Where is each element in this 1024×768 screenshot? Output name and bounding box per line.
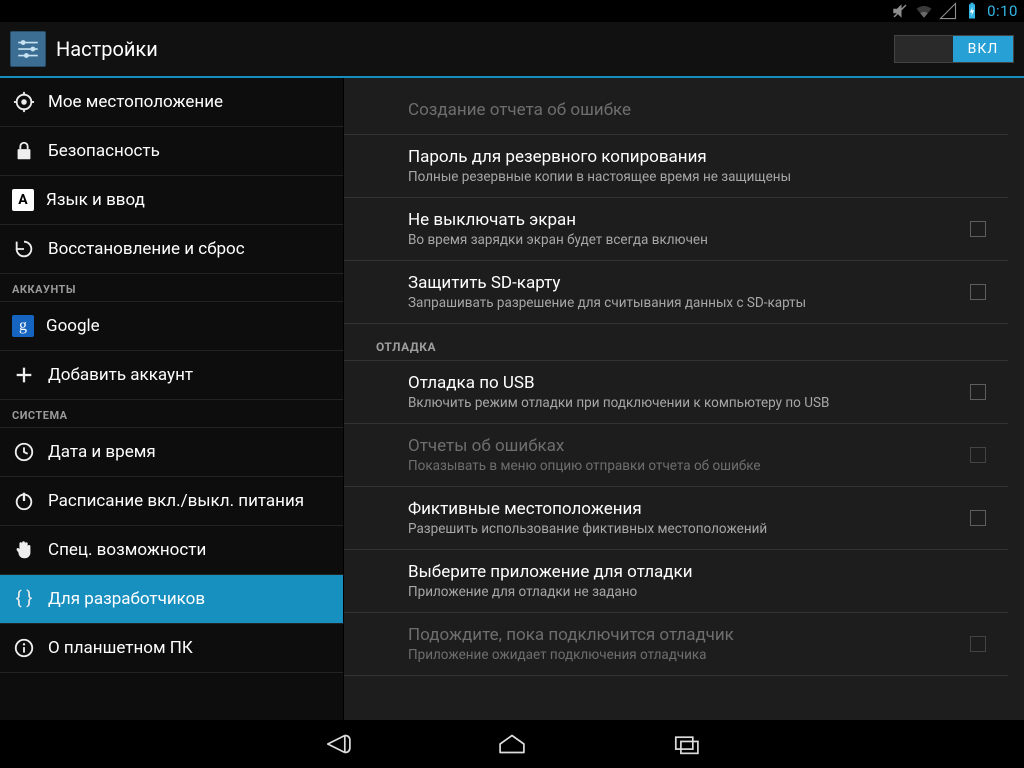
row-subtitle: Разрешить использование фиктивных местоп… [408, 521, 992, 537]
checkbox[interactable] [970, 636, 986, 652]
row-wait-debugger[interactable]: Подождите, пока подключится отладчик При… [344, 613, 1008, 676]
row-subtitle: Приложение ожидает подключения отладчика [408, 647, 992, 663]
checkbox[interactable] [970, 384, 986, 400]
sidebar-item-label: Мое местоположение [48, 92, 223, 112]
sidebar-item-accessibility[interactable]: Спец. возможности [0, 526, 343, 575]
navigation-bar [0, 720, 1024, 768]
status-clock: 0:10 [987, 2, 1018, 20]
toggle-on-label: ВКЛ [953, 36, 1013, 62]
row-subtitle: Полные резервные копии в настоящее время… [408, 169, 992, 185]
sidebar-item-label: Восстановление и сброс [48, 239, 245, 259]
row-subtitle: Показывать в меню опцию отправки отчета … [408, 458, 992, 474]
row-title: Отладка по USB [408, 373, 992, 393]
lock-icon [12, 139, 36, 163]
power-icon [12, 489, 36, 513]
sidebar-item-label: Дата и время [48, 442, 156, 462]
checkbox[interactable] [970, 447, 986, 463]
row-protect-sd[interactable]: Защитить SD-карту Запрашивать разрешение… [344, 261, 1008, 324]
sidebar-section-accounts: АККАУНТЫ [0, 274, 343, 302]
sidebar-item-add-account[interactable]: Добавить аккаунт [0, 351, 343, 400]
sidebar-item-label: Язык и ввод [46, 190, 145, 210]
sidebar-item-location[interactable]: Мое местоположение [0, 78, 343, 127]
cell-signal-icon [939, 2, 957, 20]
settings-content: Создание отчета об ошибке Пароль для рез… [344, 78, 1024, 720]
row-subtitle: Включить режим отладки при подключении к… [408, 395, 992, 411]
sidebar-item-label: Спец. возможности [48, 540, 206, 560]
row-bug-report[interactable]: Создание отчета об ошибке [344, 88, 1008, 135]
sidebar-item-label: Добавить аккаунт [48, 365, 193, 385]
info-icon [12, 636, 36, 660]
home-button[interactable] [490, 728, 534, 760]
mute-icon [891, 2, 909, 20]
sidebar-item-label: О планшетном ПК [48, 638, 193, 658]
row-stay-awake[interactable]: Не выключать экран Во время зарядки экра… [344, 198, 1008, 261]
row-subtitle: Приложение для отладки не задано [408, 584, 992, 600]
row-subtitle: Во время зарядки экран будет всегда вклю… [408, 232, 992, 248]
checkbox[interactable] [970, 510, 986, 526]
sidebar-item-backup-reset[interactable]: Восстановление и сброс [0, 225, 343, 274]
row-usb-debug[interactable]: Отладка по USB Включить режим отладки пр… [344, 361, 1008, 424]
hand-icon [12, 538, 36, 562]
row-title: Создание отчета об ошибке [408, 100, 992, 120]
page-title: Настройки [56, 37, 158, 61]
row-title: Пароль для резервного копирования [408, 147, 992, 167]
row-bug-report-menu[interactable]: Отчеты об ошибках Показывать в меню опци… [344, 424, 1008, 487]
section-debug-header: ОТЛАДКА [344, 328, 1008, 361]
sidebar-item-developer[interactable]: { } Для разработчиков [0, 575, 343, 624]
back-button[interactable] [316, 728, 360, 760]
status-bar: 0:10 [0, 0, 1024, 22]
row-mock-locations[interactable]: Фиктивные местоположения Разрешить испол… [344, 487, 1008, 550]
row-subtitle: Запрашивать разрешение для считывания да… [408, 295, 992, 311]
google-icon: g [12, 315, 34, 337]
sidebar-item-about[interactable]: О планшетном ПК [0, 624, 343, 673]
row-title: Подождите, пока подключится отладчик [408, 625, 992, 645]
checkbox[interactable] [970, 284, 986, 300]
sidebar-item-language[interactable]: A Язык и ввод [0, 176, 343, 225]
action-bar: Настройки ВКЛ [0, 22, 1024, 78]
sidebar-item-security[interactable]: Безопасность [0, 127, 343, 176]
row-title: Фиктивные местоположения [408, 499, 992, 519]
settings-app-icon [10, 31, 46, 67]
row-select-debug-app[interactable]: Выберите приложение для отладки Приложен… [344, 550, 1008, 613]
clock-icon [12, 440, 36, 464]
row-backup-password[interactable]: Пароль для резервного копирования Полные… [344, 135, 1008, 198]
sidebar-item-google[interactable]: g Google [0, 302, 343, 351]
recents-button[interactable] [664, 728, 708, 760]
developer-options-toggle[interactable]: ВКЛ [894, 35, 1014, 63]
sidebar-item-label: Google [46, 316, 100, 336]
checkbox[interactable] [970, 221, 986, 237]
sidebar-item-datetime[interactable]: Дата и время [0, 428, 343, 477]
backup-icon [12, 237, 36, 261]
settings-sidebar: Мое местоположение Безопасность A Язык и… [0, 78, 344, 720]
sidebar-item-label: Для разработчиков [48, 589, 205, 609]
location-icon [12, 90, 36, 114]
sidebar-item-label: Расписание вкл./выкл. питания [48, 491, 304, 511]
row-title: Выберите приложение для отладки [408, 562, 992, 582]
row-title: Не выключать экран [408, 210, 992, 230]
row-title: Отчеты об ошибках [408, 436, 992, 456]
plus-icon [12, 363, 36, 387]
sidebar-item-label: Безопасность [48, 141, 160, 161]
wifi-icon [915, 2, 933, 20]
row-title: Защитить SD-карту [408, 273, 992, 293]
braces-icon: { } [12, 587, 36, 611]
language-icon: A [12, 189, 34, 211]
sidebar-item-power-schedule[interactable]: Расписание вкл./выкл. питания [0, 477, 343, 526]
battery-charging-icon [963, 2, 981, 20]
sidebar-section-system: СИСТЕМА [0, 400, 343, 428]
